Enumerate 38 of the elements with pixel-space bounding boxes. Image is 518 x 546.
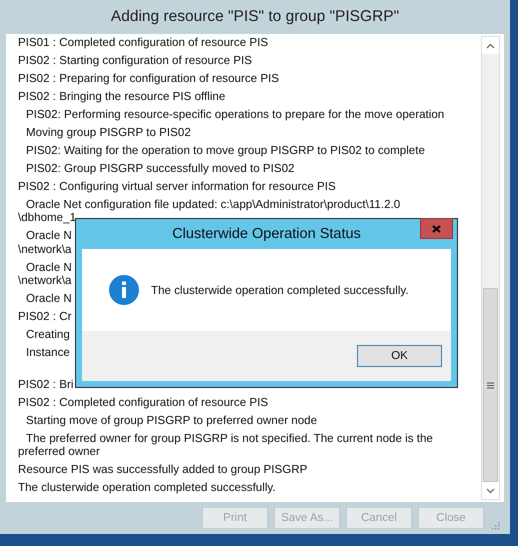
log-line: PIS02 : Bri (18, 378, 74, 392)
log-line: PIS02 : Cr (18, 310, 72, 324)
log-line: preferred owner (18, 445, 100, 458)
log-line: PIS02: Group PISGRP successfully moved to PIS02 (25, 162, 295, 176)
scroll-up-icon[interactable] (482, 37, 499, 54)
log-line: Oracle N (25, 229, 72, 243)
log-line: PIS02 : Completed configuration of resource PIS (18, 396, 268, 410)
window-title: Adding resource "PIS" to group "PISGRP" (110, 8, 400, 26)
info-icon (108, 274, 140, 306)
log-line: PIS02: Performing resource-specific operations to prepare for the move operation (25, 108, 444, 122)
log-line: Moving group PISGRP to PIS02 (25, 126, 191, 140)
scroll-down-icon[interactable] (482, 482, 499, 499)
dialog-title: Clusterwide Operation Status (172, 226, 361, 242)
log-line: Oracle N (25, 292, 72, 306)
scroll-thumb[interactable] (483, 288, 498, 482)
log-line: \dbhome_1 (18, 211, 76, 225)
log-line: Resource PIS was successfully added to group PISGRP (18, 463, 308, 476)
log-line: PIS02: Waiting for the operation to move group PISGRP to PIS02 to complete (25, 144, 425, 158)
log-line: Creating (25, 328, 70, 342)
resize-grip-icon[interactable] (492, 522, 500, 530)
log-line: \network\a (18, 242, 72, 256)
log-line: Oracle Net configuration file updated: c:\app\Administrator\product\11.2.0 (25, 198, 400, 212)
log-line: PIS01 : Completed configuration of resource PIS (18, 36, 268, 50)
log-line: The preferred owner for group PISGRP is not specified. The current node is the (25, 432, 433, 446)
log-line: PIS02 : Configuring virtual server information for resource PIS (18, 180, 336, 194)
log-line: \network\a (18, 274, 72, 288)
close-icon (432, 224, 441, 232)
log-line: PIS02 : Starting configuration of resource PIS (18, 54, 252, 68)
log-line: Oracle N (25, 260, 72, 274)
dialog-message: The clusterwide operation completed successfully. (151, 284, 409, 296)
log-line: Instance (25, 346, 70, 360)
log-line: The clusterwide operation completed successfully. (18, 481, 276, 494)
log-line: PIS02 : Preparing for configuration of resource PIS (18, 72, 280, 86)
log-line: PIS02 : Bringing the resource PIS offline (18, 90, 226, 104)
close-button[interactable] (420, 218, 453, 239)
scrollbar[interactable] (481, 36, 500, 500)
ok-button[interactable]: OK (357, 345, 442, 367)
log-line: Starting move of group PISGRP to preferred owner node (25, 414, 318, 428)
